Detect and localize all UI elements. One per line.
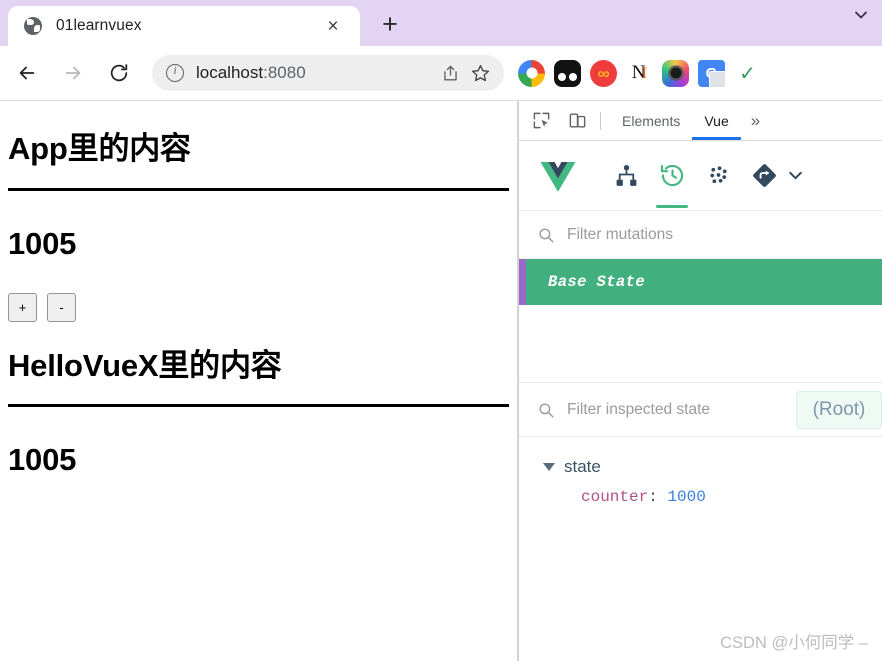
google-color-ring-extension[interactable] bbox=[518, 59, 545, 87]
vue-logo-icon bbox=[537, 155, 579, 197]
green-check-extension[interactable]: ✓ bbox=[734, 60, 761, 87]
vue-devtools-toolbar bbox=[519, 141, 882, 211]
chevron-down-icon[interactable] bbox=[787, 167, 809, 184]
root-scope-button[interactable]: (Root) bbox=[796, 390, 882, 429]
tab-vue[interactable]: Vue bbox=[692, 101, 742, 140]
globe-icon bbox=[24, 17, 42, 35]
search-icon bbox=[537, 226, 555, 244]
device-toolbar-icon[interactable] bbox=[563, 107, 591, 135]
star-icon[interactable] bbox=[468, 61, 492, 85]
browser-tab[interactable]: 01learnvuex × bbox=[8, 6, 360, 46]
events-dots-icon[interactable] bbox=[695, 142, 741, 210]
state-entry-value: 1000 bbox=[667, 488, 706, 506]
decrement-button[interactable]: - bbox=[47, 292, 76, 322]
hellovuex-heading: HelloVueX里的内容 bbox=[8, 347, 282, 383]
devtools-panel: Elements Vue » Filter mutations Base Sta… bbox=[518, 101, 882, 661]
close-icon[interactable]: × bbox=[322, 15, 344, 37]
increment-button[interactable]: + bbox=[8, 292, 37, 322]
app-heading: App里的内容 bbox=[8, 131, 191, 166]
state-entry-key: counter bbox=[581, 488, 649, 506]
google-translate-extension[interactable]: G bbox=[698, 59, 726, 88]
filter-mutations-input[interactable] bbox=[567, 225, 882, 244]
share-icon[interactable] bbox=[438, 61, 462, 85]
search-icon bbox=[537, 401, 555, 419]
toolbar-divider bbox=[600, 111, 601, 130]
new-tab-button[interactable]: + bbox=[375, 9, 405, 39]
mutation-label: Base State bbox=[548, 273, 646, 291]
extensions-bar: ∞ NI G ✓ bbox=[518, 59, 761, 88]
url-text: localhost:8080 bbox=[196, 63, 306, 83]
filter-inspected-state-input[interactable] bbox=[567, 400, 796, 419]
state-entry-counter[interactable]: counter: 1000 bbox=[581, 488, 882, 506]
app-divider bbox=[8, 187, 509, 191]
counter-controls: + - bbox=[8, 292, 509, 322]
forward-arrow-icon[interactable] bbox=[54, 54, 92, 92]
mutation-row-base-state[interactable]: Base State bbox=[519, 259, 882, 305]
omnibox-actions bbox=[438, 61, 504, 85]
components-tree-icon[interactable] bbox=[603, 142, 649, 210]
text-cursor-icon: I bbox=[641, 63, 648, 82]
triangle-down-icon bbox=[543, 463, 555, 471]
hellovuex-section: HelloVueX里的内容 1005 bbox=[8, 348, 509, 479]
app-counter-value: 1005 bbox=[8, 225, 77, 261]
mutations-empty-area bbox=[519, 305, 882, 382]
dark-dots-extension[interactable] bbox=[554, 59, 581, 87]
state-entry-separator: : bbox=[648, 488, 658, 506]
vue-app-root: App里的内容 1005 + - HelloVueX里的内容 1005 bbox=[0, 101, 517, 478]
browser-toolbar: localhost:8080 ∞ NI G ✓ bbox=[0, 46, 882, 101]
hellovuex-divider bbox=[8, 404, 509, 408]
state-root-label: state bbox=[564, 457, 601, 476]
watermark: CSDN @小何同学 – bbox=[720, 634, 868, 652]
inspected-state-filter-row: (Root) bbox=[519, 382, 882, 437]
mutations-list: Base State bbox=[519, 259, 882, 382]
tab-strip: 01learnvuex × + bbox=[0, 0, 882, 46]
infinity-extension[interactable]: ∞ bbox=[590, 59, 617, 87]
chevron-down-icon[interactable] bbox=[846, 2, 876, 28]
browser-window: 01learnvuex × + localhost:8080 bbox=[0, 0, 882, 661]
back-arrow-icon[interactable] bbox=[8, 54, 46, 92]
hellovuex-counter-value: 1005 bbox=[8, 442, 77, 478]
page-viewport: App里的内容 1005 + - HelloVueX里的内容 1005 bbox=[0, 101, 518, 661]
camera-extension[interactable] bbox=[662, 59, 689, 87]
url-port: :8080 bbox=[263, 63, 306, 82]
n-serif-extension[interactable]: NI bbox=[626, 60, 653, 87]
inspect-element-icon[interactable] bbox=[527, 107, 555, 135]
site-info-icon[interactable] bbox=[166, 63, 184, 82]
address-bar[interactable]: localhost:8080 bbox=[152, 55, 504, 91]
reload-icon[interactable] bbox=[100, 54, 138, 92]
state-root-node[interactable]: state bbox=[543, 457, 882, 477]
tab-title: 01learnvuex bbox=[56, 17, 142, 34]
url-host: localhost bbox=[196, 63, 264, 82]
routing-diamond-icon[interactable] bbox=[741, 142, 787, 210]
devtools-tabbar: Elements Vue » bbox=[519, 101, 882, 141]
tab-elements[interactable]: Elements bbox=[610, 101, 692, 140]
more-tabs-icon[interactable]: » bbox=[741, 101, 770, 140]
mutations-filter-row bbox=[519, 211, 882, 259]
state-tree: state counter: 1000 CSDN @小何同学 – bbox=[519, 437, 882, 661]
vuex-history-icon[interactable] bbox=[649, 142, 695, 210]
